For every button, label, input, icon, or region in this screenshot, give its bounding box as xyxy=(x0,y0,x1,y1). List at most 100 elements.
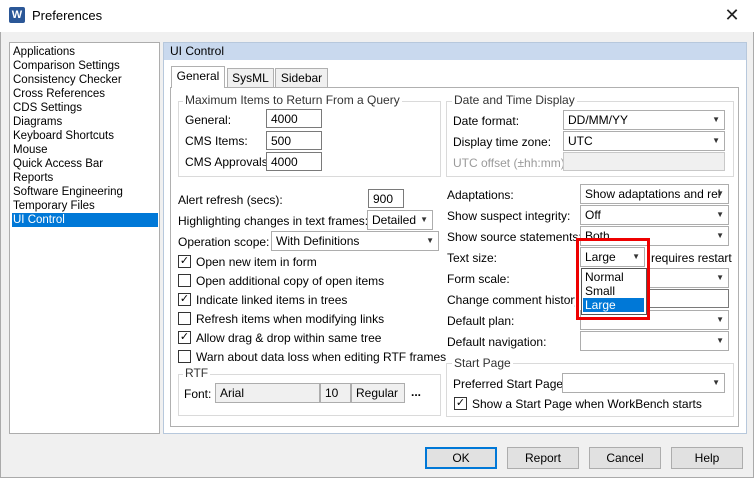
general-label: General: xyxy=(185,113,232,127)
option-checkbox-label: Indicate linked items in trees xyxy=(196,293,348,307)
sidebar-item-cds-settings[interactable]: CDS Settings xyxy=(12,101,158,115)
form-scale-dropdown[interactable]: ▼ xyxy=(645,268,729,288)
check-icon: ✓ xyxy=(179,255,190,267)
date-time-legend: Date and Time Display xyxy=(452,93,577,107)
alert-refresh-label: Alert refresh (secs): xyxy=(178,193,283,207)
sidebar-item-cross-references[interactable]: Cross References xyxy=(12,87,158,101)
sidebar-item-mouse[interactable]: Mouse xyxy=(12,143,158,157)
cancel-button[interactable]: Cancel xyxy=(589,447,661,469)
highlight-box xyxy=(576,238,650,320)
option-checkbox-label: Allow drag & drop within same tree xyxy=(196,331,382,345)
font-size-box: 10 xyxy=(320,383,351,403)
sidebar-item-quick-access-bar[interactable]: Quick Access Bar xyxy=(12,157,158,171)
title-bar xyxy=(0,0,754,32)
option-checkbox[interactable]: ✓ xyxy=(178,331,191,344)
sidebar-item-keyboard-shortcuts[interactable]: Keyboard Shortcuts xyxy=(12,129,158,143)
tab-sysml[interactable]: SysML xyxy=(227,68,274,88)
time-zone-label: Display time zone: xyxy=(453,135,552,149)
preferred-start-page-dropdown[interactable]: ▼ xyxy=(562,373,725,393)
app-icon: W xyxy=(9,7,25,23)
check-icon: ✓ xyxy=(455,397,466,409)
option-checkbox[interactable] xyxy=(178,274,191,287)
adaptations-label: Adaptations: xyxy=(447,188,514,202)
operation-scope-dropdown[interactable]: With Definitions ▼ xyxy=(271,231,439,251)
option-checkbox-label: Refresh items when modifying links xyxy=(196,312,385,326)
cms-items-label: CMS Items: xyxy=(185,134,248,148)
source-statements-label: Show source statements: xyxy=(447,230,582,244)
help-button[interactable]: Help xyxy=(671,447,743,469)
report-button[interactable]: Report xyxy=(507,447,579,469)
chevron-down-icon: ▼ xyxy=(420,215,428,224)
suspect-integrity-dropdown[interactable]: Off ▼ xyxy=(580,205,729,225)
chevron-down-icon: ▼ xyxy=(716,210,724,219)
suspect-integrity-label: Show suspect integrity: xyxy=(447,209,571,223)
chevron-down-icon: ▼ xyxy=(712,136,720,145)
general-field[interactable]: 4000 xyxy=(266,109,322,128)
highlighting-dropdown[interactable]: Detailed ▼ xyxy=(367,210,433,230)
font-more-button[interactable]: ... xyxy=(411,385,421,399)
sidebar-item-ui-control[interactable]: UI Control xyxy=(12,213,158,227)
utc-offset-label: UTC offset (±hh:mm): xyxy=(453,156,569,170)
highlighting-label: Highlighting changes in text frames: xyxy=(178,214,369,228)
form-scale-label: Form scale: xyxy=(447,272,510,286)
alert-refresh-field[interactable]: 900 xyxy=(368,189,404,208)
max-items-legend: Maximum Items to Return From a Query xyxy=(183,93,402,107)
close-icon[interactable]: ✕ xyxy=(718,3,746,27)
default-navigation-label: Default navigation: xyxy=(447,335,547,349)
cms-items-field[interactable]: 500 xyxy=(266,131,322,150)
option-checkbox[interactable] xyxy=(178,312,191,325)
option-checkbox-label: Open additional copy of open items xyxy=(196,274,385,288)
check-icon: ✓ xyxy=(179,331,190,343)
adaptations-dropdown[interactable]: Show adaptations and rel ▼ xyxy=(580,184,729,204)
check-icon: ✓ xyxy=(179,293,190,305)
default-plan-label: Default plan: xyxy=(447,314,515,328)
tab-general[interactable]: General xyxy=(171,66,225,88)
panel-title: UI Control xyxy=(170,44,225,58)
operation-scope-label: Operation scope: xyxy=(178,235,270,249)
sidebar-item-temporary-files[interactable]: Temporary Files xyxy=(12,199,158,213)
option-checkbox-label: Warn about data loss when editing RTF fr… xyxy=(196,350,447,364)
date-format-label: Date format: xyxy=(453,114,520,128)
panel-header xyxy=(164,43,746,60)
show-start-page-checkbox[interactable]: ✓ xyxy=(454,397,467,410)
window-title: Preferences xyxy=(32,8,103,23)
chevron-down-icon: ▼ xyxy=(716,315,724,324)
chevron-down-icon: ▼ xyxy=(716,273,724,282)
category-list[interactable]: Applications Comparison Settings Consisten… xyxy=(9,42,160,434)
cms-approvals-field[interactable]: 4000 xyxy=(266,152,322,171)
default-navigation-dropdown[interactable]: ▼ xyxy=(580,331,729,351)
preferred-start-page-label: Preferred Start Page: xyxy=(453,377,567,391)
option-checkbox[interactable]: ✓ xyxy=(178,255,191,268)
chevron-down-icon: ▼ xyxy=(716,189,724,198)
cms-approvals-label: CMS Approvals: xyxy=(185,155,272,169)
comment-history-field[interactable] xyxy=(645,289,729,308)
chevron-down-icon: ▼ xyxy=(426,236,434,245)
show-start-page-label: Show a Start Page when WorkBench starts xyxy=(472,397,702,411)
font-label: Font: xyxy=(184,387,212,401)
rtf-legend: RTF xyxy=(183,366,211,380)
option-checkbox-label: Open new item in form xyxy=(196,255,317,269)
sidebar-item-software-engineering[interactable]: Software Engineering xyxy=(12,185,158,199)
font-name-box: Arial xyxy=(215,383,320,403)
sidebar-item-consistency-checker[interactable]: Consistency Checker xyxy=(12,73,158,87)
font-style-box: Regular xyxy=(351,383,405,403)
sidebar-item-applications[interactable]: Applications xyxy=(12,45,158,59)
requires-restart-note: requires restart xyxy=(651,251,732,265)
text-size-label: Text size: xyxy=(447,251,498,265)
chevron-down-icon: ▼ xyxy=(716,231,724,240)
utc-offset-field xyxy=(563,152,725,171)
chevron-down-icon: ▼ xyxy=(712,378,720,387)
start-page-legend: Start Page xyxy=(452,356,513,370)
sidebar-item-comparison-settings[interactable]: Comparison Settings xyxy=(12,59,158,73)
comment-history-label: Change comment history: xyxy=(447,293,575,307)
option-checkbox[interactable] xyxy=(178,350,191,363)
chevron-down-icon: ▼ xyxy=(712,115,720,124)
date-format-dropdown[interactable]: DD/MM/YY ▼ xyxy=(563,110,725,130)
sidebar-item-reports[interactable]: Reports xyxy=(12,171,158,185)
sidebar-item-diagrams[interactable]: Diagrams xyxy=(12,115,158,129)
option-checkbox[interactable]: ✓ xyxy=(178,293,191,306)
ok-button[interactable]: OK xyxy=(425,447,497,469)
tab-sidebar[interactable]: Sidebar xyxy=(275,68,328,88)
chevron-down-icon: ▼ xyxy=(716,336,724,345)
time-zone-dropdown[interactable]: UTC ▼ xyxy=(563,131,725,151)
